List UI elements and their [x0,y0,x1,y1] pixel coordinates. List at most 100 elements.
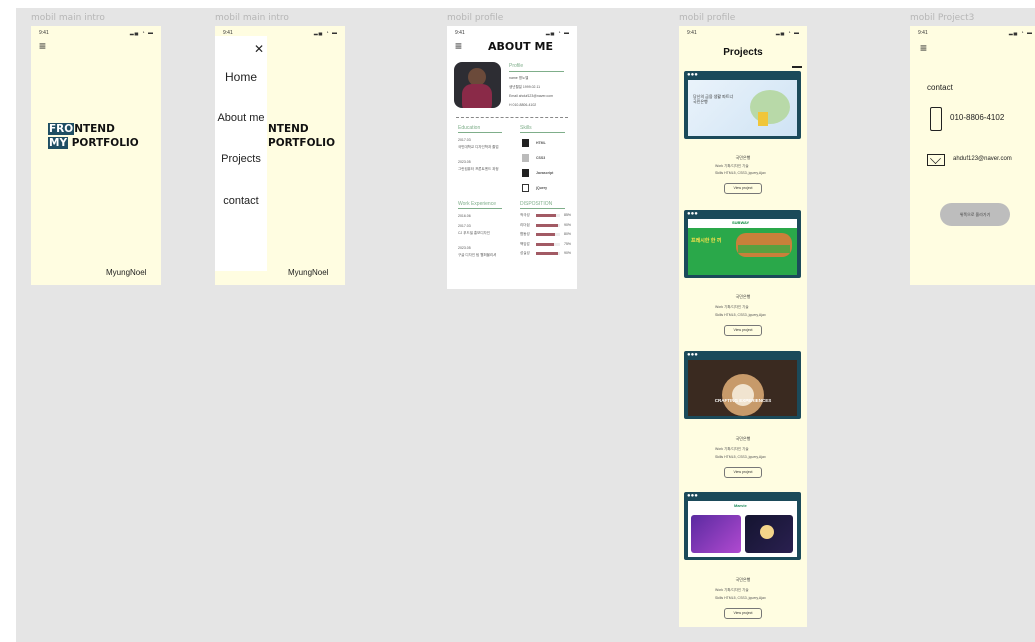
work-item: 2023.05 [458,246,471,250]
divider [509,71,564,72]
project-work: Work 기획/디자인 기술 [715,164,749,168]
skill-label: CSS3 [536,156,546,160]
frame-intro2[interactable]: 9:41 ▂▄ ◔ ▬ ✕ Home About me Projects con… [215,26,345,285]
divider [458,208,502,209]
view-project-button[interactable]: View project [724,608,762,619]
view-project-button[interactable]: View project [724,325,762,336]
skill-label: Javascript [536,171,554,175]
frame-label-intro2[interactable]: mobil main intro [215,13,289,23]
shot-sandwich [738,245,790,253]
frame-label-projects[interactable]: mobil profile [679,13,735,23]
profile-row: H 010-8806-4102 [509,103,537,107]
project-screenshot: CRAFTING EXPERIENCES [688,360,797,416]
shot-illustration [750,90,790,124]
contact-heading: contact [927,83,953,92]
view-project-button[interactable]: View project [724,183,762,194]
disposition-bar [536,233,556,236]
mail-flap [930,153,941,164]
work-item: 2017.03 [458,224,471,228]
divider [458,132,502,133]
status-icons: ▂▄ ◔ ▬ [129,30,154,36]
divider [520,132,565,133]
html-icon [522,139,529,147]
project-name: 국민은행 [735,155,751,160]
shot-illustration [758,112,768,126]
moon-icon [760,525,774,539]
disposition-label: 성실성 [520,251,530,255]
frame-projects[interactable]: 9:41 ▂▄ ◔ ▬ Projects ●●● 당신의 금융 생활 파트너 국… [679,26,807,627]
project-skills: Skills HTML5, CSS3, jquery,Ajax [715,596,766,600]
nav-item-about[interactable]: About me [215,112,267,124]
jquery-icon [522,184,529,192]
window-dots-icon: ●●● [687,493,698,499]
project-screenshot: 당신의 금융 생활 파트너 국민은행 [688,80,797,136]
logo-line-2: PORTFOLIO [268,137,336,149]
phone-icon [930,107,942,131]
nav-item-home[interactable]: Home [215,70,267,84]
logo: FRONTEND MY PORTFOLIO [48,122,139,150]
project-card[interactable]: ●●● 당신의 금융 생활 파트너 국민은행 [684,71,801,139]
shot-text: 프레시한 한 끼 [691,238,722,244]
hamburger-icon[interactable]: ≡ [455,40,462,52]
disposition-label: 책임감 [520,241,530,246]
frame-label-intro1[interactable]: mobil main intro [31,13,105,23]
project-work: Work 기획/디자인 기술 [715,447,749,451]
project-screenshot: SUBWAY 프레시한 한 끼 [688,219,797,275]
project-name: 국민은행 [735,294,751,299]
status-time: 9:41 [455,30,465,36]
javascript-icon [522,169,529,177]
logo-hl-2: MY [48,137,69,149]
hamburger-icon[interactable]: ≡ [920,42,927,54]
project-skills: Skills HTML5, CSS3, jquery,Ajax [715,313,766,317]
skill-label: HTML [536,141,546,145]
frame-profile[interactable]: 9:41 ▂▄ ◔ ▬ ≡ ABOUT ME Profile name 명노엘 … [447,26,577,289]
project-card[interactable]: ●●● CRAFTING EXPERIENCES [684,351,801,419]
disposition-percent: 85% [564,213,572,217]
nav-item-projects[interactable]: Projects [215,153,267,165]
mail-icon [927,153,945,166]
disposition-percent: 90% [564,251,572,255]
shot-brand: SUBWAY [732,220,750,225]
shot-poster [691,515,741,553]
email-address[interactable]: ahduf123@naver.com [953,156,1012,162]
shot-text: 당신의 금융 생활 파트너 국민은행 [693,94,734,104]
logo-partial: NTEND PORTFOLIO [268,122,335,150]
logo-hl-1: FRO [48,123,75,135]
page-title: ABOUT ME [488,40,553,53]
status-icons: ▂▄ ◔ ▬ [313,30,338,36]
profile-row: 생년월일 1999.02.11 [509,85,541,89]
hamburger-icon[interactable]: ≡ [39,40,46,52]
work-heading: Work Experience [458,201,496,207]
window-dots-icon: ●●● [687,72,698,78]
phone-number[interactable]: 010-8806-4102 [950,113,1004,122]
project-card[interactable]: ●●● SUBWAY 프레시한 한 끼 [684,210,801,278]
avatar [454,62,501,108]
frame-intro1[interactable]: 9:41 ▂▄ ◔ ▬ ≡ FRONTEND MY PORTFOLIO Myun… [31,26,161,285]
disposition-percent: 80% [564,232,572,236]
disposition-label: 협동성 [520,232,530,236]
status-time: 9:41 [39,30,49,36]
profile-heading: Profile [509,63,524,69]
project-card[interactable]: ●●● Marvie [684,492,801,560]
status-time: 9:41 [918,30,928,36]
nav-item-contact[interactable]: contact [215,195,267,207]
disposition-bar [536,252,558,255]
logo-rest-1: NTEND [74,123,115,135]
frame-contact[interactable]: 9:41 ▂▄ ◔ ▬ ≡ contact 010-8806-4102 ahdu… [910,26,1035,285]
project-screenshot: Marvie [688,501,797,557]
project-skills: Skills HTML5, CSS3, jquery,Ajax [715,455,766,459]
frame-label-contact[interactable]: mobil Project3 [910,13,974,23]
disposition-label: 적극성 [520,213,530,217]
frame-label-profile[interactable]: mobil profile [447,13,503,23]
education-heading: Education [458,125,481,131]
disposition-percent: 75% [564,241,572,246]
disposition-bar [536,214,557,217]
profile-row: Email ahduf123@naver.com [509,94,554,98]
education-item: 2023.05 [458,160,471,164]
project-name: 국민은행 [735,436,751,441]
work-item: 구글 디자인 팀 웹퍼블리셔 [458,253,497,257]
logo-rest-2: PORTFOLIO [68,137,139,149]
scroll-top-button[interactable]: 위쪽으로 올라가기 [940,203,1010,226]
view-project-button[interactable]: View project [724,467,762,478]
close-icon[interactable]: ✕ [254,42,264,56]
